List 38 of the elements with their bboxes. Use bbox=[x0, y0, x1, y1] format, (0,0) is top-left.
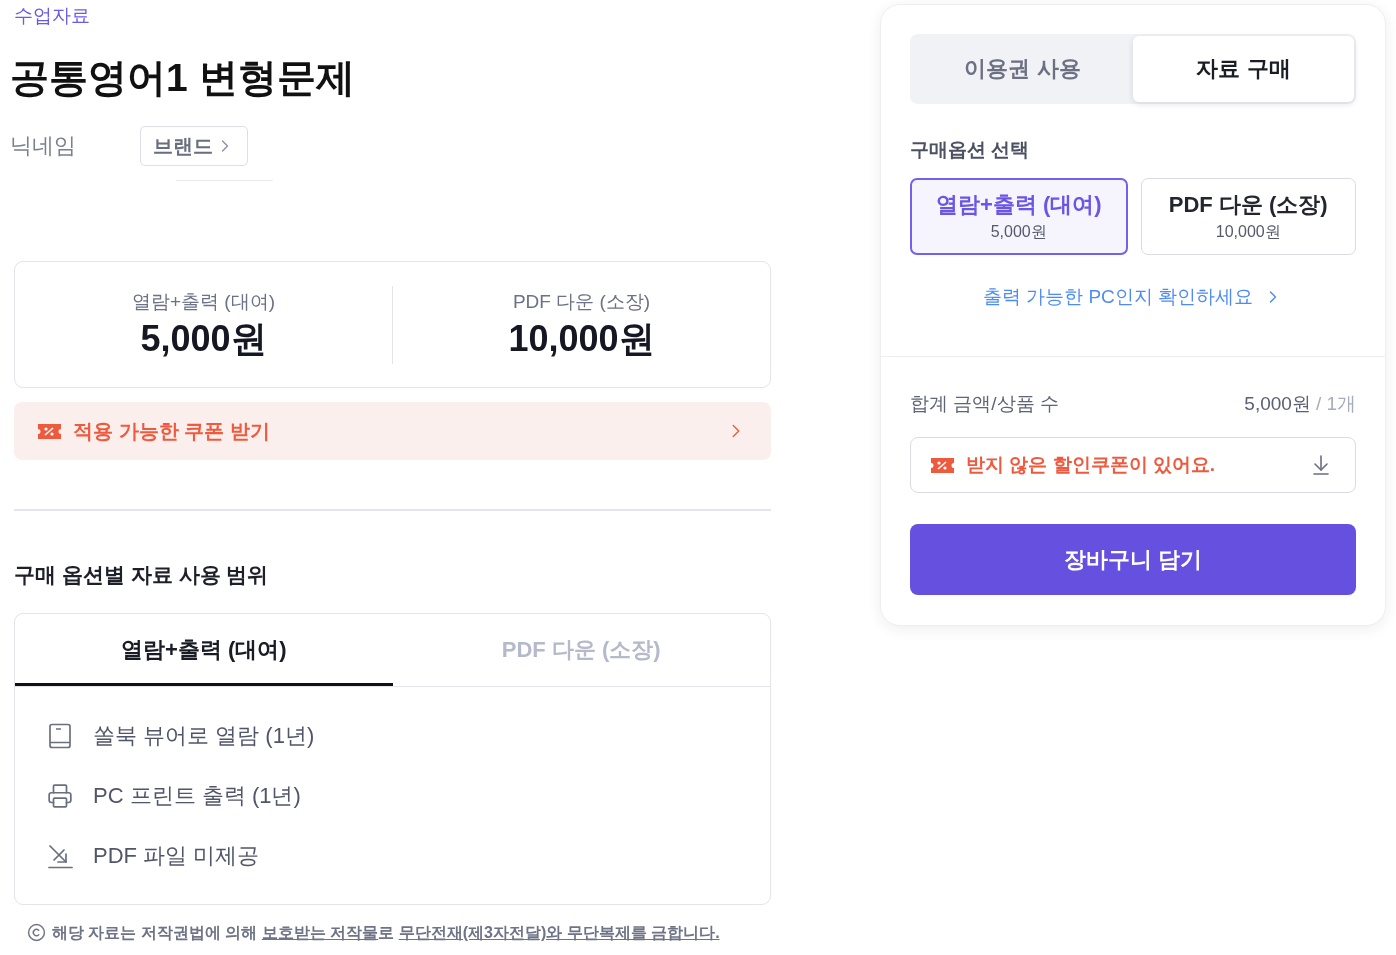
page-title: 공통영어1 변형문제 bbox=[10, 55, 355, 101]
ticket-icon bbox=[38, 423, 61, 439]
purchase-mode-tab[interactable]: 자료 구매 bbox=[1133, 36, 1354, 102]
notice-link[interactable]: 보호받는 저작물 bbox=[261, 923, 379, 941]
price-value: 5,000원 bbox=[140, 316, 267, 361]
section-heading: 구매 옵션별 자료 사용 범위 bbox=[14, 561, 270, 588]
usage-scope-text: PC 프린트 출력 (1년) bbox=[93, 781, 301, 810]
download-blocked-icon bbox=[47, 842, 73, 869]
price-option-label: PDF 다운 (소장) bbox=[512, 289, 651, 314]
option-price: 5,000원 bbox=[990, 222, 1047, 242]
purchase-mode-tab[interactable]: 이용권 사용 bbox=[912, 36, 1133, 102]
scope-tab[interactable]: 열람+출력 (대여) bbox=[15, 613, 393, 686]
price-value: 10,000원 bbox=[508, 316, 655, 361]
usage-scope-text: 쏠북 뷰어로 열람 (1년) bbox=[93, 721, 315, 750]
option-label: 열람+출력 (대여) bbox=[935, 191, 1102, 219]
coupon-download-button[interactable]: 받지 않은 할인쿠폰이 있어요. bbox=[910, 437, 1356, 493]
copyright-notice: 해당 자료는 저작권법에 의해 보호받는 저작물로 무단전재(제3자전달)와 무단복제를 금합니다. bbox=[52, 922, 720, 943]
option-price: 10,000원 bbox=[1215, 222, 1281, 242]
copyright-icon bbox=[27, 923, 46, 942]
total-amount: 5,000원 bbox=[1244, 392, 1311, 416]
pc-check-link[interactable]: 출력 가능한 PC인지 확인하세요 bbox=[982, 285, 1284, 309]
ticket-icon bbox=[931, 457, 954, 473]
purchase-option-button[interactable]: PDF 다운 (소장) 10,000원 bbox=[1140, 178, 1356, 255]
author-nickname: 닉네임 bbox=[10, 132, 77, 160]
option-label: PDF 다운 (소장) bbox=[1168, 191, 1328, 219]
coupon-banner[interactable]: 적용 가능한 쿠폰 받기 bbox=[14, 402, 771, 460]
brand-button[interactable]: 브랜드 bbox=[140, 126, 248, 166]
total-label: 합계 금액/상품 수 bbox=[910, 392, 1059, 416]
usage-scope-text: PDF 파일 미제공 bbox=[93, 841, 260, 870]
breadcrumb-link[interactable]: 수업자료 bbox=[14, 4, 90, 28]
notice-link[interactable]: 무단전재(제3자전달)와 무단복제를 금합니다. bbox=[398, 923, 720, 941]
add-to-cart-button[interactable]: 장바구니 담기 bbox=[910, 524, 1356, 595]
book-icon bbox=[47, 722, 73, 749]
option-heading: 구매옵션 선택 bbox=[910, 138, 1031, 162]
purchase-option-button[interactable]: 열람+출력 (대여) 5,000원 bbox=[910, 178, 1128, 255]
printer-icon bbox=[47, 782, 73, 809]
price-option-label: 열람+출력 (대여) bbox=[132, 289, 275, 314]
item-count: / 1개 bbox=[1315, 392, 1356, 416]
